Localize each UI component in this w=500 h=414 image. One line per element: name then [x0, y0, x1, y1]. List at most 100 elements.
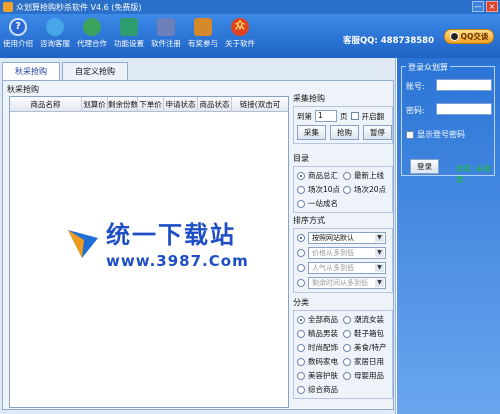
radio-icon	[297, 329, 305, 338]
account-label: 账号:	[406, 82, 425, 91]
sort-select[interactable]: 剩余时间从多到低 ▼	[308, 277, 386, 289]
col-product-name[interactable]: 商品名称	[10, 97, 82, 112]
toolbar-gift[interactable]: 有奖参与	[185, 16, 221, 56]
sort-select[interactable]: 人气从多到低 ▼	[308, 262, 386, 274]
settings-icon	[120, 18, 138, 36]
catalog-option[interactable]: 商品总汇	[297, 170, 343, 181]
radio-icon	[297, 315, 305, 324]
radio-icon	[343, 371, 351, 380]
sort-option[interactable]: 按照网站默认 ▼	[297, 232, 389, 244]
close-button[interactable]: ×	[486, 1, 498, 12]
sort-option[interactable]: 人气从多到低 ▼	[297, 262, 389, 274]
login-box: 登录众划算 账号: 密码: 显示登号密码 登录 状态: 未登录	[401, 62, 495, 184]
page-suffix: 页	[340, 111, 348, 121]
catalog-group: 目录 商品总汇 最新上线 场次10点 场次20点 一站成名	[293, 153, 393, 213]
col-apply-status[interactable]: 申请状态	[164, 97, 198, 112]
toolbar-item-label: 咨询客服	[40, 39, 70, 48]
radio-icon	[297, 264, 305, 272]
auto-scroll-checkbox[interactable]	[350, 112, 359, 120]
qq-chat-label: QQ交谈	[460, 32, 489, 41]
radio-icon	[297, 343, 305, 352]
login-panel: 登录众划算 账号: 密码: 显示登号密码 登录 状态: 未登录	[397, 58, 500, 414]
radio-icon	[297, 199, 305, 208]
category-option[interactable]: 美容护肤	[297, 370, 343, 381]
catalog-option[interactable]: 最新上线	[343, 170, 389, 181]
category-option[interactable]: 精品男装	[297, 328, 343, 339]
radio-icon	[343, 357, 351, 366]
show-password-label: 显示登号密码	[417, 130, 465, 139]
category-option[interactable]: 综合商品	[297, 384, 343, 395]
col-remaining[interactable]: 剩余份数	[108, 97, 138, 112]
category-option[interactable]: 母婴用品	[343, 370, 389, 381]
category-option[interactable]: 数码家电	[297, 356, 343, 367]
collect-button[interactable]: 采集	[297, 125, 326, 140]
password-input[interactable]	[436, 103, 492, 115]
help-icon: ?	[9, 18, 27, 36]
radio-icon	[343, 329, 351, 338]
sort-title: 排序方式	[293, 216, 325, 225]
toolbar-item-label: 代理合作	[77, 39, 107, 48]
category-option[interactable]: 鞋子箱包	[343, 328, 389, 339]
toolbar-customer-service[interactable]: 咨询客服	[37, 16, 73, 56]
login-button[interactable]: 登录	[410, 159, 439, 174]
toolbar-item-label: 使用介绍	[3, 39, 33, 48]
password-label: 密码:	[406, 106, 425, 115]
catalog-frame: 商品总汇 最新上线 场次10点 场次20点 一站成名	[293, 166, 393, 213]
sort-select[interactable]: 按照网站默认 ▼	[308, 232, 386, 244]
minimize-button[interactable]: —	[472, 1, 484, 12]
radio-icon	[297, 249, 305, 257]
watermark-text: 统一下载站	[106, 221, 236, 249]
account-input[interactable]	[436, 79, 492, 91]
catalog-option[interactable]: 一站成名	[297, 198, 343, 209]
col-deal-price[interactable]: 划算价	[82, 97, 108, 112]
login-title: 登录众划算	[406, 62, 450, 73]
show-password-option[interactable]: 显示登号密码	[406, 129, 465, 140]
pause-button[interactable]: 暂停	[363, 125, 392, 140]
toolbar-settings[interactable]: 功能设置	[111, 16, 147, 56]
category-frame: 全部商品 潮流女装 精品男装 鞋子箱包 时尚配饰 美食/特产 数码家电 家居日用…	[293, 310, 393, 399]
about-icon: 众	[231, 18, 249, 36]
category-option[interactable]: 美食/特产	[343, 342, 389, 353]
show-password-checkbox[interactable]	[406, 130, 414, 139]
catalog-option[interactable]: 场次10点	[297, 184, 343, 195]
toolbar-register[interactable]: 软件注册	[148, 16, 184, 56]
page-input[interactable]: 1	[315, 110, 337, 122]
col-link[interactable]: 链接(双击可	[232, 97, 288, 112]
chevron-down-icon: ▼	[375, 234, 384, 242]
category-option[interactable]: 家居日用	[343, 356, 389, 367]
product-table[interactable]: 商品名称 划算价 剩余份数 下单价 申请状态 商品状态 链接(双击可 统一下载站…	[9, 96, 289, 408]
table-header: 商品名称 划算价 剩余份数 下单价 申请状态 商品状态 链接(双击可	[10, 97, 288, 112]
col-product-status[interactable]: 商品状态	[198, 97, 232, 112]
grab-button[interactable]: 抢购	[330, 125, 359, 140]
tab-custom[interactable]: 自定义抢购	[62, 62, 128, 80]
section-label: 秋采抢购	[7, 85, 39, 94]
main-panel: 秋采抢购 自定义抢购 秋采抢购 商品名称 划算价 剩余份数 下单价 申请状态 商…	[0, 58, 396, 414]
customer-service-icon	[46, 18, 64, 36]
page-prefix: 到第	[297, 111, 312, 121]
category-option[interactable]: 潮流女装	[343, 314, 389, 325]
sort-group: 排序方式 按照网站默认 ▼ 价格从多到低 ▼ 人气从多到低 ▼ 剩余时间从多到低 ▼	[293, 215, 393, 293]
chevron-down-icon: ▼	[375, 249, 384, 257]
watermark-url: www.3987.Com	[106, 252, 249, 270]
window-title: 众划算抢购秒杀软件 V4.6 (免费版)	[16, 2, 142, 12]
toolbar-item-label: 有奖参与	[188, 39, 218, 48]
category-option[interactable]: 时尚配饰	[297, 342, 343, 353]
radio-icon	[343, 171, 351, 180]
chevron-down-icon: ▼	[375, 279, 384, 287]
toolbar-item-label: 软件注册	[151, 39, 181, 48]
catalog-option[interactable]: 场次20点	[343, 184, 389, 195]
sort-frame: 按照网站默认 ▼ 价格从多到低 ▼ 人气从多到低 ▼ 剩余时间从多到低 ▼	[293, 228, 393, 293]
toolbar-usage-guide[interactable]: ? 使用介绍	[0, 16, 36, 56]
qq-chat-button[interactable]: QQ交谈	[444, 29, 494, 44]
col-order-price[interactable]: 下单价	[138, 97, 164, 112]
toolbar-partner[interactable]: 代理合作	[74, 16, 110, 56]
category-option[interactable]: 全部商品	[297, 314, 343, 325]
toolbar: ? 使用介绍 咨询客服 代理合作 功能设置 软件注册 有奖参与 众 关于软件 客…	[0, 14, 500, 58]
tab-content: 秋采抢购 商品名称 划算价 剩余份数 下单价 申请状态 商品状态 链接(双击可	[2, 80, 394, 410]
sort-option[interactable]: 剩余时间从多到低 ▼	[297, 277, 389, 289]
sort-select[interactable]: 价格从多到低 ▼	[308, 247, 386, 259]
tab-seckill[interactable]: 秋采抢购	[2, 62, 60, 80]
toolbar-about[interactable]: 众 关于软件	[222, 16, 258, 56]
sort-option[interactable]: 价格从多到低 ▼	[297, 247, 389, 259]
radio-icon	[297, 371, 305, 380]
